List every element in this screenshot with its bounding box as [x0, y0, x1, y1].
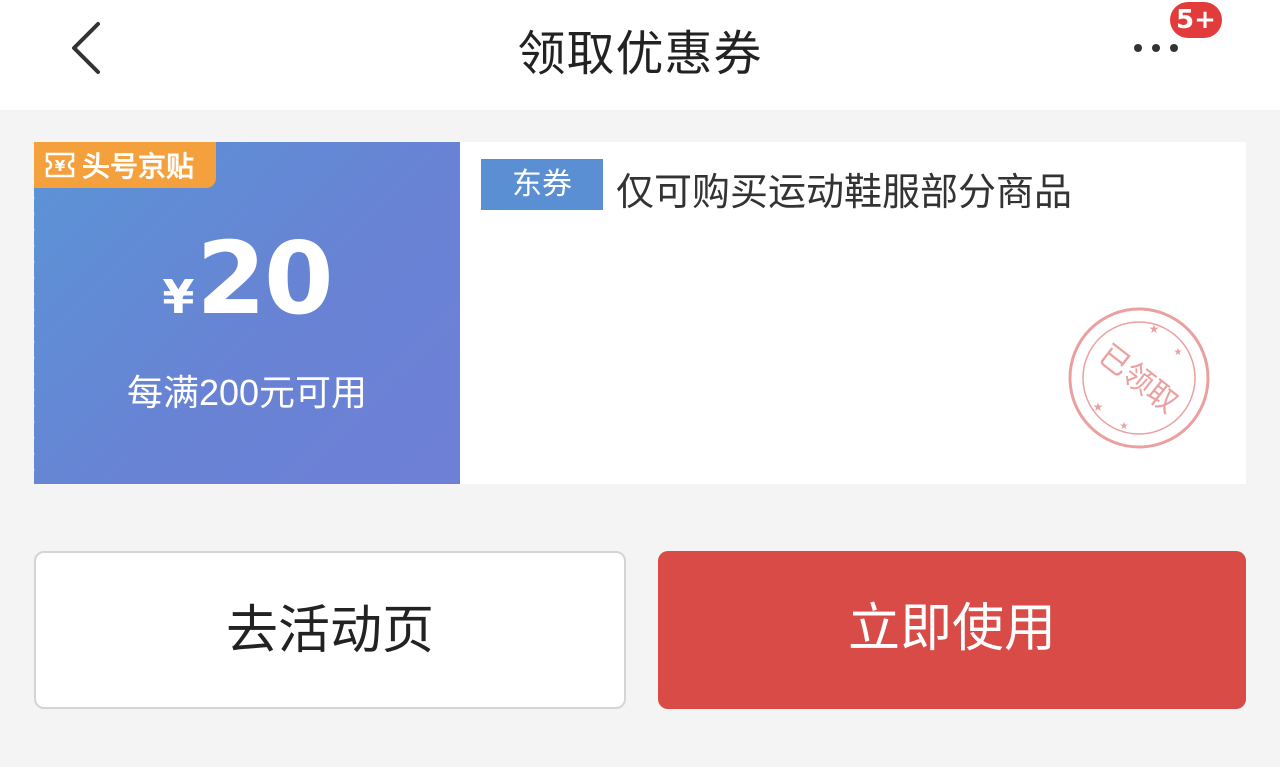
coupon-detail-panel: 东券 仅可购买运动鞋服部分商品 已领取 ★ ★ ★ ★ [460, 142, 1246, 484]
ticket-yen-icon: ¥ [45, 152, 75, 178]
svg-text:★: ★ [1149, 322, 1160, 336]
page-title: 领取优惠券 [517, 26, 763, 82]
top-nav-bar: 领取优惠券 5+ [0, 0, 1280, 110]
currency-symbol: ¥ [162, 270, 195, 324]
svg-text:★: ★ [1120, 421, 1129, 432]
claimed-stamp-icon: 已领取 ★ ★ ★ ★ [1068, 307, 1210, 449]
svg-text:¥: ¥ [55, 157, 66, 175]
coupon-description: 仅可购买运动鞋服部分商品 [616, 170, 1073, 214]
go-activity-page-button[interactable]: 去活动页 [34, 551, 626, 709]
coupon-type-badge: 东券 [481, 159, 603, 210]
claimed-stamp-text: 已领取 [1092, 338, 1184, 421]
notification-badge: 5+ [1170, 2, 1222, 38]
coupon-amount-value: 20 [196, 220, 333, 337]
coupon-tag-label: 头号京贴 [82, 150, 195, 183]
svg-text:★: ★ [1093, 400, 1104, 414]
coupon-amount: ¥20 [34, 220, 460, 337]
svg-text:★: ★ [1174, 347, 1183, 358]
coupon-condition: 每满200元可用 [126, 372, 368, 413]
coupon-value-panel: ¥ 头号京贴 ¥20 每满200元可用 [34, 142, 460, 484]
coupon-card: ¥ 头号京贴 ¥20 每满200元可用 东券 仅可购买运动鞋服部分商品 已领取 … [34, 142, 1246, 484]
coupon-tag: ¥ 头号京贴 [34, 142, 216, 188]
use-now-button[interactable]: 立即使用 [658, 551, 1246, 709]
